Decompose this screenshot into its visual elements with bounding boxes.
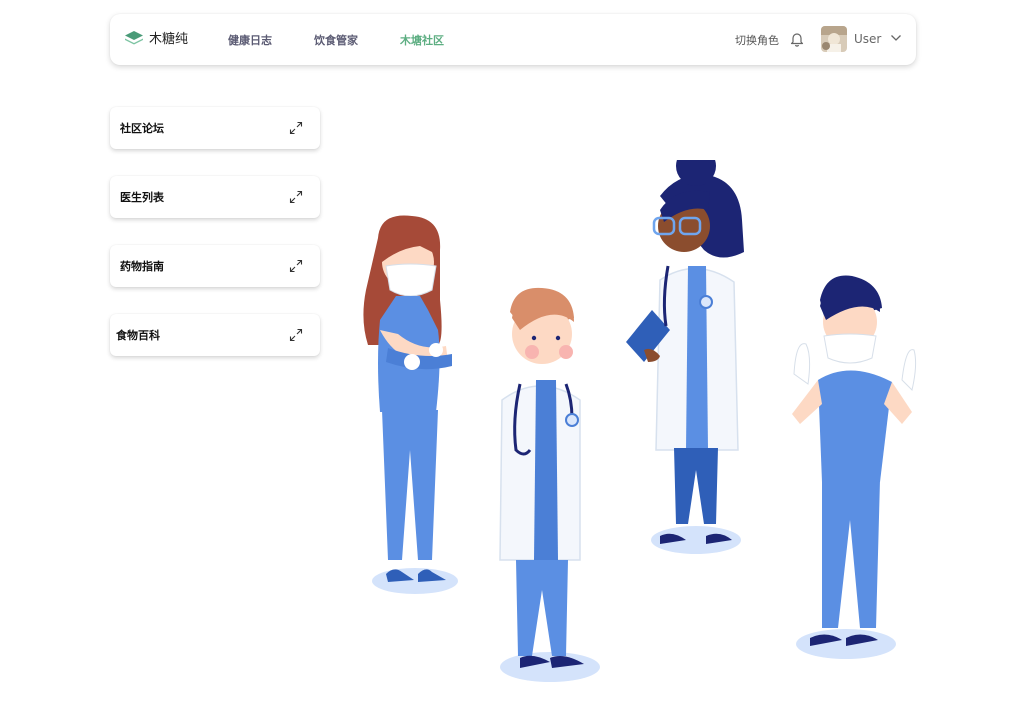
switch-role-button[interactable]: 切换角色 (735, 32, 779, 48)
layers-logo-icon (125, 30, 143, 44)
card-label: 药物指南 (120, 260, 164, 273)
bell-icon[interactable] (790, 31, 804, 47)
expand-icon[interactable] (289, 259, 303, 273)
user-avatar[interactable] (821, 26, 847, 52)
username[interactable]: User (854, 32, 881, 46)
top-navbar: 木糖纯 健康日志 饮食管家 木塘社区 切换角色 User (110, 14, 916, 65)
brand[interactable]: 木糖纯 (123, 28, 188, 47)
expand-icon[interactable] (289, 328, 303, 342)
card-label: 社区论坛 (120, 122, 164, 135)
floor-shadow (500, 652, 600, 682)
expand-icon[interactable] (289, 190, 303, 204)
nav-community[interactable]: 木塘社区 (400, 32, 444, 48)
nav-health-log[interactable]: 健康日志 (228, 32, 272, 48)
card-community-forum[interactable]: 社区论坛 (110, 107, 320, 149)
brand-name: 木糖纯 (149, 32, 189, 47)
card-label: 食物百科 (116, 329, 160, 342)
nurse-gloves-figure (792, 275, 917, 646)
doctor-white-coat-figure (499, 287, 584, 668)
chevron-down-icon[interactable] (890, 34, 902, 42)
card-food-encyclopedia[interactable]: 食物百科 (110, 314, 320, 356)
doctor-glasses-figure (626, 160, 744, 544)
nav-diet-manager[interactable]: 饮食管家 (314, 32, 358, 48)
card-doctor-list[interactable]: 医生列表 (110, 176, 320, 218)
nurse-red-hair-figure (363, 215, 452, 582)
expand-icon[interactable] (289, 121, 303, 135)
medical-team-illustration (363, 160, 917, 682)
card-drug-guide[interactable]: 药物指南 (110, 245, 320, 287)
card-label: 医生列表 (120, 191, 164, 204)
floor-shadow (372, 568, 458, 594)
